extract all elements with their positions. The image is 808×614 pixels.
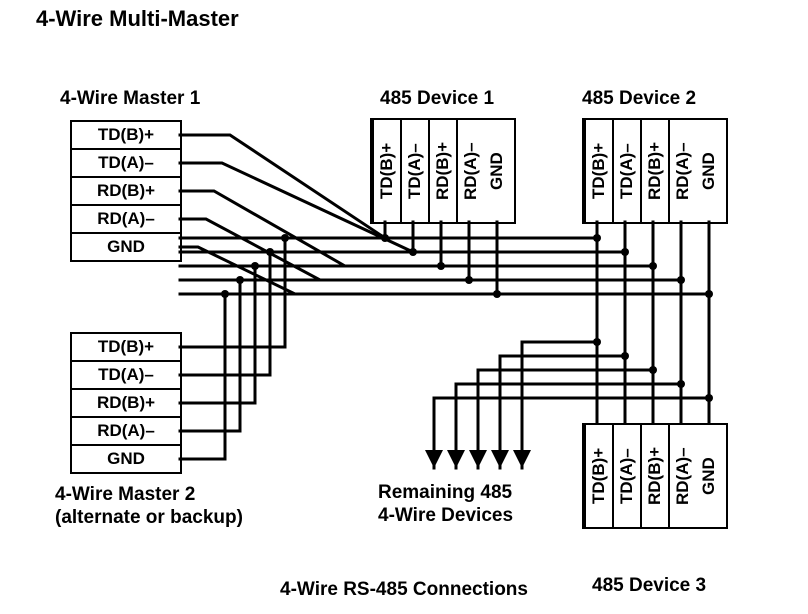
master1-pin: RD(B)+ xyxy=(72,178,180,206)
remaining-label-2: 4-Wire Devices xyxy=(378,505,513,527)
device2-pin: TD(A)– xyxy=(612,120,640,222)
master1-pin: RD(A)– xyxy=(72,206,180,234)
master2-pin: TD(B)+ xyxy=(72,334,180,362)
device1-label: 485 Device 1 xyxy=(380,88,494,110)
device2-label: 485 Device 2 xyxy=(582,88,696,110)
footer-title: 4-Wire RS-485 Connections xyxy=(0,579,808,601)
master2-sublabel: (alternate or backup) xyxy=(55,507,243,529)
device3-pin: TD(A)– xyxy=(612,425,640,527)
master1-pin: TD(A)– xyxy=(72,150,180,178)
device2-pin: RD(A)– xyxy=(668,120,696,222)
master2-block: TD(B)+ TD(A)– RD(B)+ RD(A)– GND xyxy=(70,332,182,474)
master1-pin: TD(B)+ xyxy=(72,122,180,150)
device2-pin: TD(B)+ xyxy=(584,120,612,222)
master2-pin: RD(A)– xyxy=(72,418,180,446)
master1-label: 4-Wire Master 1 xyxy=(60,88,200,110)
diagram-canvas: 4-Wire Multi-Master 4-Wire Master 1 TD(B… xyxy=(0,0,808,614)
device3-pin: TD(B)+ xyxy=(584,425,612,527)
device2-pin: GND xyxy=(696,120,722,222)
device1-block: TD(B)+ TD(A)– RD(B)+ RD(A)– GND xyxy=(370,118,516,224)
device3-pin: GND xyxy=(696,425,722,527)
remaining-label-1: Remaining 485 xyxy=(378,482,512,504)
page-title: 4-Wire Multi-Master xyxy=(36,6,239,32)
device3-pin: RD(B)+ xyxy=(640,425,668,527)
master2-label: 4-Wire Master 2 xyxy=(55,484,195,506)
device1-pin: RD(B)+ xyxy=(428,120,456,222)
device1-pin: TD(B)+ xyxy=(372,120,400,222)
device2-block: TD(B)+ TD(A)– RD(B)+ RD(A)– GND xyxy=(582,118,728,224)
master2-pin: GND xyxy=(72,446,180,472)
device3-block: TD(B)+ TD(A)– RD(B)+ RD(A)– GND xyxy=(582,423,728,529)
master1-pin: GND xyxy=(72,234,180,260)
device1-pin: TD(A)– xyxy=(400,120,428,222)
master2-pin: RD(B)+ xyxy=(72,390,180,418)
master2-pin: TD(A)– xyxy=(72,362,180,390)
device2-pin: RD(B)+ xyxy=(640,120,668,222)
device1-pin: RD(A)– xyxy=(456,120,484,222)
device3-pin: RD(A)– xyxy=(668,425,696,527)
device1-pin: GND xyxy=(484,120,510,222)
master1-block: TD(B)+ TD(A)– RD(B)+ RD(A)– GND xyxy=(70,120,182,262)
